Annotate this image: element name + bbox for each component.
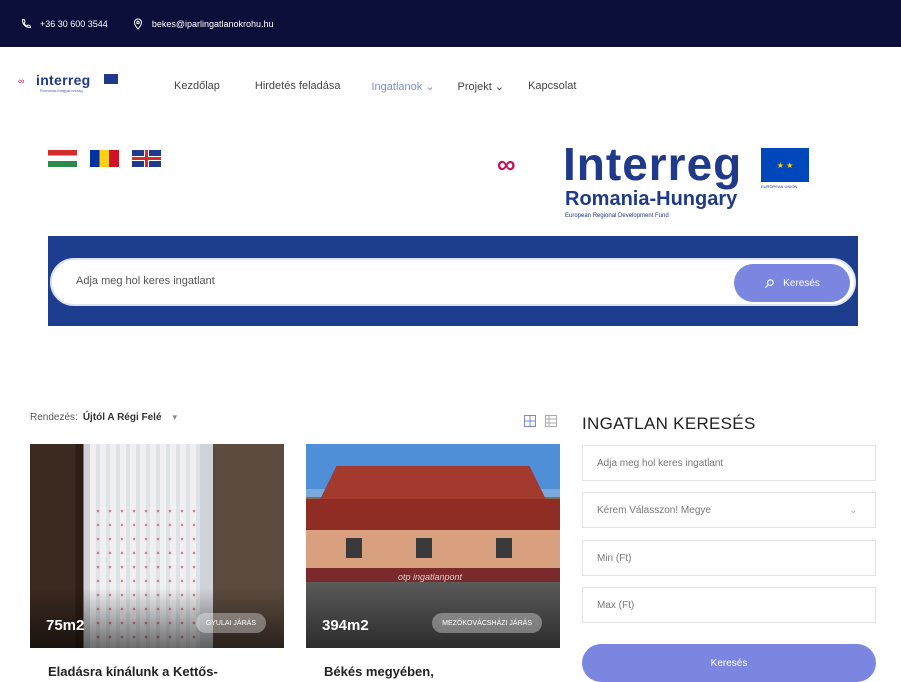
sidebar-title: INGATLAN KERESÉS [582,414,756,433]
logo-subtitle: Romania-Magyarország [40,88,83,93]
grid-view-icon[interactable] [524,414,536,427]
property-search-sidebar: INGATLAN KERESÉS Adja meg hol keres inga… [582,414,876,682]
sort-value: Újtól A Régi Felé [82,412,162,423]
chevron-down-icon: ⌄ [425,81,435,93]
property-size: 394m2 [322,617,369,634]
eu-label: EUROPEAN UNION [761,184,798,189]
property-size: 75m2 [46,617,85,634]
phone-number: +36 30 600 3544 [40,18,108,29]
nav-item-ingatlanok-label: Ingatlanok [371,81,423,93]
top-contact-bar: +36 30 600 3544 bekes@iparlingatlanokroh… [0,0,901,47]
district-badge: MEZŐKOVÁCSHÁZI JÁRÁS [432,613,542,633]
district-badge: GYULAI JÁRÁS [195,613,266,633]
sort-label: Rendezés: [30,412,78,423]
max-price-input[interactable]: Max (Ft) [582,587,876,623]
uk-flag-icon[interactable] [132,150,161,167]
nav-item-ingatlanok[interactable]: Ingatlanok ⌄ [371,80,434,93]
min-price-placeholder: Min (Ft) [597,552,632,564]
hero-search-box[interactable]: Adja meg hol keres ingatlant Keresés [50,258,856,306]
county-select-placeholder: Kérem Válasszon! Megye [597,504,711,516]
hero-search-button-label: Keresés [783,277,820,289]
sidebar-location-placeholder: Adja meg hol keres ingatlant [597,457,724,469]
sort-control[interactable]: Rendezés: Újtól A Régi Felé ▾ [30,412,177,423]
property-photo[interactable]: 75m2 GYULAI JÁRÁS [30,444,284,648]
nav-item-hirdetes[interactable]: Hirdetés feladása [255,80,341,93]
property-title[interactable]: Eladásra kínálunk a Kettős- [48,664,218,679]
chevron-down-icon: ⌄ [849,505,857,515]
main-navigation: ∞ interreg Romania-Magyarország Kezdőlap… [0,60,901,110]
hero-logo-subtitle: Romania-Hungary [565,188,738,210]
view-switcher [524,414,557,427]
nav-item-projekt-label: Projekt [457,81,492,93]
search-icon [765,278,774,288]
min-price-input[interactable]: Min (Ft) [582,540,876,576]
hero-logo-word: Interreg [563,138,743,190]
hungarian-flag-icon[interactable] [48,150,77,167]
list-view-icon[interactable] [545,414,557,427]
email-address: bekes@iparlingatlanokrohu.hu [151,18,274,29]
hero-logo-fund: European Regional Development Fund [565,213,669,219]
hero-search-band: Adja meg hol keres ingatlant Keresés [48,236,858,326]
property-photo[interactable]: otp ingatlanpont 394m2 MEZŐKOVÁCSHÁZI JÁ… [306,444,560,648]
email-contact[interactable]: bekes@iparlingatlanokrohu.hu [132,17,274,30]
eu-flag-icon [104,74,118,84]
site-logo[interactable]: ∞ interreg Romania-Magyarország [18,72,118,98]
chevron-down-icon: ⌄ [494,81,505,93]
sidebar-location-input[interactable]: Adja meg hol keres ingatlant [582,445,876,481]
location-pin-icon [133,17,142,30]
phone-contact[interactable]: +36 30 600 3544 [20,18,108,30]
property-card[interactable]: otp ingatlanpont 394m2 MEZŐKOVÁCSHÁZI JÁ… [306,444,560,682]
sidebar-search-button[interactable]: Keresés [582,644,876,682]
eu-flag-icon: ★ ★ [761,148,809,182]
nav-item-kezdolap[interactable]: Kezdőlap [174,80,220,93]
hero-search-button[interactable]: Keresés [734,264,850,302]
property-title[interactable]: Békés megyében, [324,664,434,679]
nav-item-projekt[interactable]: Projekt ⌄ [458,80,505,93]
photo-watermark: otp ingatlanpont [398,572,463,582]
property-card[interactable]: 75m2 GYULAI JÁRÁS Eladásra kínálunk a Ke… [30,444,284,682]
interreg-ring-icon: ∞ [18,76,25,86]
interreg-ring-icon: ∞ [497,149,515,179]
language-switcher [48,150,161,167]
logo-word: interreg [36,72,91,88]
max-price-placeholder: Max (Ft) [597,599,635,611]
hero-search-input[interactable]: Adja meg hol keres ingatlant [76,275,215,287]
nav-item-kapcsolat[interactable]: Kapcsolat [528,80,576,93]
sidebar-search-button-label: Keresés [710,657,748,669]
chevron-down-icon: ▾ [172,412,178,422]
county-select[interactable]: Kérem Válasszon! Megye ⌄ [582,492,876,528]
nav-menu: Kezdőlap Hirdetés feladása Ingatlanok ⌄ … [174,80,576,93]
romanian-flag-icon[interactable] [90,150,119,167]
interreg-hero-logo: ∞ Interreg Romania-Hungary European Regi… [497,138,817,228]
phone-icon [21,18,32,28]
